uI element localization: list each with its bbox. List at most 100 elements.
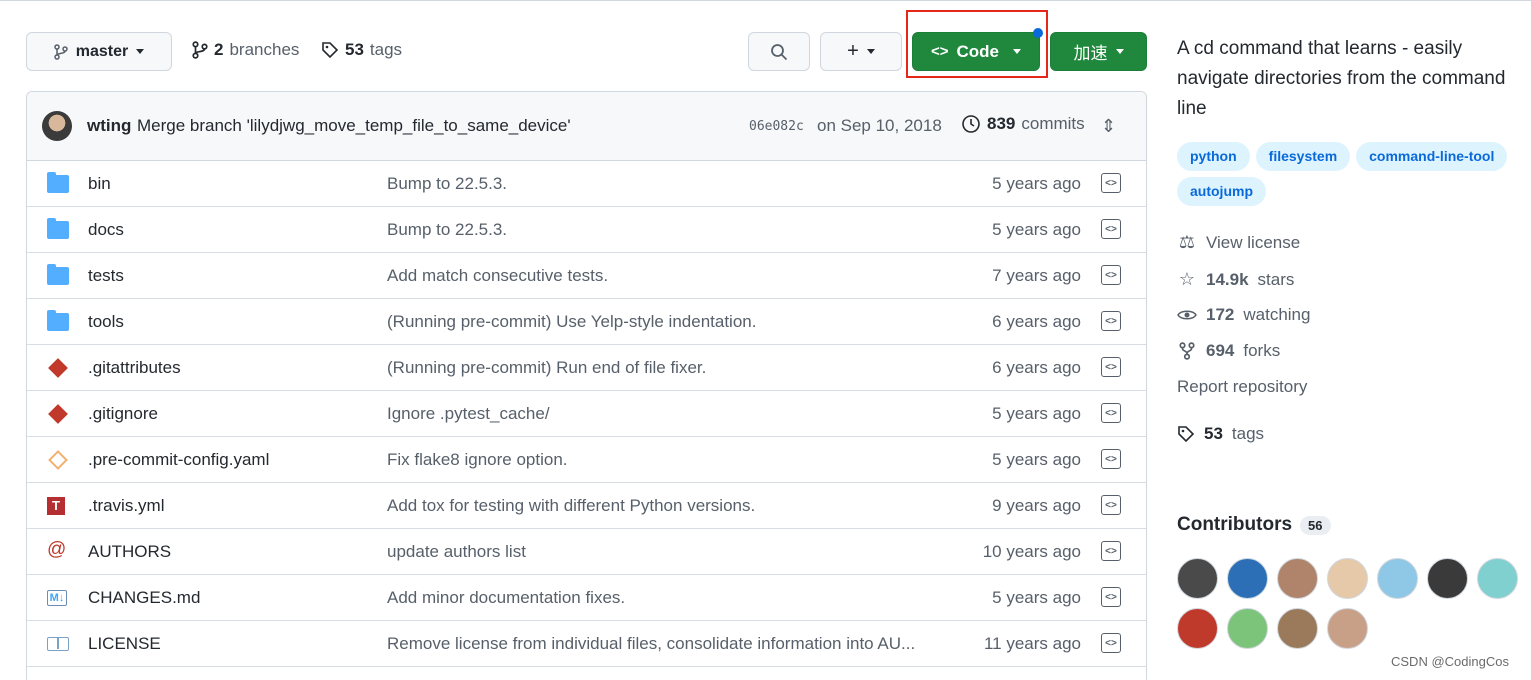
topic-tag[interactable]: python [1177, 142, 1250, 171]
contributor-avatar[interactable] [1477, 558, 1518, 599]
view-code-icon[interactable]: <> [1101, 633, 1121, 653]
file-row[interactable]: tools (Running pre-commit) Use Yelp-style… [27, 299, 1146, 345]
file-name[interactable]: LICENSE [88, 634, 161, 654]
law-icon: ⚖ [1178, 232, 1196, 252]
contributor-avatar[interactable] [1277, 558, 1318, 599]
view-code-icon[interactable]: <> [1101, 173, 1121, 193]
contributor-avatar[interactable] [1377, 558, 1418, 599]
file-commit-message[interactable]: Fix flake8 ignore option. [387, 450, 568, 470]
forks-link[interactable]: 694 forks [1177, 341, 1280, 361]
file-commit-message[interactable]: Add tox for testing with different Pytho… [387, 496, 755, 516]
topics-list: python filesystem command-line-tool autojum… [1177, 142, 1527, 206]
file-row[interactable]: tests Add match consecutive tests. 7 years… [27, 253, 1146, 299]
commit-message[interactable]: Merge branch 'lilydjwg_move_temp_file_to… [137, 116, 571, 136]
branch-name: master [75, 42, 129, 60]
file-commit-message[interactable]: Remove license from individual files, co… [387, 634, 915, 654]
view-license-link[interactable]: ⚖ View license [1177, 232, 1300, 253]
speed-button[interactable]: 加速 [1050, 32, 1147, 71]
expand-icon[interactable]: ⇕ [1101, 116, 1116, 137]
contributors-heading[interactable]: Contributors 56 [1177, 514, 1331, 536]
file-commit-message[interactable]: Bump to 22.5.3. [387, 174, 507, 194]
file-browser: wting Merge branch 'lilydjwg_move_temp_f… [26, 91, 1147, 680]
file-name[interactable]: tests [88, 266, 124, 286]
branches-link[interactable]: 2 branches [192, 40, 299, 60]
latest-commit-bar: wting Merge branch 'lilydjwg_move_temp_f… [27, 92, 1146, 161]
file-age: 5 years ago [992, 588, 1081, 607]
file-commit-message[interactable]: (Running pre-commit) Run end of file fix… [387, 358, 706, 378]
contributor-avatar[interactable] [1177, 608, 1218, 649]
file-name[interactable]: .gitignore [88, 404, 158, 424]
file-list: bin Bump to 22.5.3. 5 years ago <> docs Bump … [27, 161, 1146, 667]
add-file-button[interactable]: + [820, 32, 902, 71]
file-commit-message[interactable]: Ignore .pytest_cache/ [387, 404, 550, 424]
file-commit-message[interactable]: (Running pre-commit) Use Yelp-style inde… [387, 312, 756, 332]
view-code-icon[interactable]: <> [1101, 587, 1121, 607]
file-name[interactable]: docs [88, 220, 124, 240]
report-repository-link[interactable]: Report repository [1177, 377, 1307, 397]
view-code-icon[interactable]: <> [1101, 403, 1121, 423]
file-row[interactable]: @ AUTHORS update authors list 10 years ago <… [27, 529, 1146, 575]
view-code-icon[interactable]: <> [1101, 449, 1121, 469]
commits-link[interactable]: 839 commits [961, 114, 1085, 134]
code-label: Code [956, 41, 1000, 61]
view-code-icon[interactable]: <> [1101, 219, 1121, 239]
file-age: 7 years ago [992, 266, 1081, 285]
file-name[interactable]: tools [88, 312, 124, 332]
watching-link[interactable]: 172 watching [1177, 305, 1310, 325]
file-row[interactable]: .pre-commit-config.yaml Fix flake8 ignore… [27, 437, 1146, 483]
view-code-icon[interactable]: <> [1101, 541, 1121, 561]
sidebar-tags-link[interactable]: 53 tags [1177, 424, 1264, 444]
file-name[interactable]: bin [88, 174, 111, 194]
folder-icon [47, 218, 69, 239]
file-row[interactable]: T .travis.yml Add tox for testing with dif… [27, 483, 1146, 529]
fork-icon [1179, 342, 1195, 360]
file-row[interactable]: .gitattributes (Running pre-commit) Run e… [27, 345, 1146, 391]
contributor-avatar[interactable] [1327, 558, 1368, 599]
commit-author[interactable]: wting [87, 116, 131, 136]
stars-link[interactable]: ☆ 14.9k stars [1177, 269, 1294, 290]
book-icon [47, 637, 69, 651]
view-license-label: View license [1206, 232, 1301, 252]
file-name[interactable]: .travis.yml [88, 496, 165, 516]
file-row[interactable]: bin Bump to 22.5.3. 5 years ago <> [27, 161, 1146, 207]
contributor-avatar[interactable] [1227, 608, 1268, 649]
file-age: 10 years ago [982, 542, 1081, 561]
file-name[interactable]: .gitattributes [88, 358, 181, 378]
view-code-icon[interactable]: <> [1101, 495, 1121, 515]
tag-icon [322, 42, 339, 59]
view-code-icon[interactable]: <> [1101, 311, 1121, 331]
watching-label: watching [1243, 305, 1311, 324]
topic-tag[interactable]: autojump [1177, 177, 1266, 206]
file-row[interactable]: .gitignore Ignore .pytest_cache/5 years a… [27, 391, 1146, 437]
file-name[interactable]: .pre-commit-config.yaml [88, 450, 269, 470]
file-row[interactable]: LICENSE Remove license from individual fi… [27, 621, 1146, 667]
file-row[interactable]: M↓ CHANGES.md Add minor documentation fixe… [27, 575, 1146, 621]
report-label: Report repository [1177, 377, 1308, 396]
file-commit-message[interactable]: Bump to 22.5.3. [387, 220, 507, 240]
commit-hash[interactable]: 06e082c [749, 119, 804, 134]
contributor-avatar[interactable] [1177, 558, 1218, 599]
file-commit-message[interactable]: Add minor documentation fixes. [387, 588, 625, 608]
file-name[interactable]: CHANGES.md [88, 588, 200, 608]
file-name[interactable]: AUTHORS [88, 542, 171, 562]
tags-link[interactable]: 53 tags [321, 40, 402, 60]
topic-tag[interactable]: command-line-tool [1356, 142, 1508, 171]
contributor-avatar[interactable] [1327, 608, 1368, 649]
file-commit-message[interactable]: update authors list [387, 542, 526, 562]
avatar[interactable] [42, 111, 72, 141]
contributor-avatar[interactable] [1427, 558, 1468, 599]
search-button[interactable] [748, 32, 810, 71]
branch-icon [192, 41, 208, 59]
contributor-avatar[interactable] [1227, 558, 1268, 599]
topic-tag[interactable]: filesystem [1255, 142, 1351, 171]
file-age: 6 years ago [992, 358, 1081, 377]
file-row[interactable]: docs Bump to 22.5.3. 5 years ago <> [27, 207, 1146, 253]
view-code-icon[interactable]: <> [1101, 265, 1121, 285]
commit-count: 839 [987, 114, 1016, 133]
file-commit-message[interactable]: Add match consecutive tests. [387, 266, 608, 286]
code-button[interactable]: <> Code [912, 32, 1040, 71]
contributor-avatar[interactable] [1277, 608, 1318, 649]
file-age: 9 years ago [992, 496, 1081, 515]
branch-selector[interactable]: master [26, 32, 172, 71]
view-code-icon[interactable]: <> [1101, 357, 1121, 377]
